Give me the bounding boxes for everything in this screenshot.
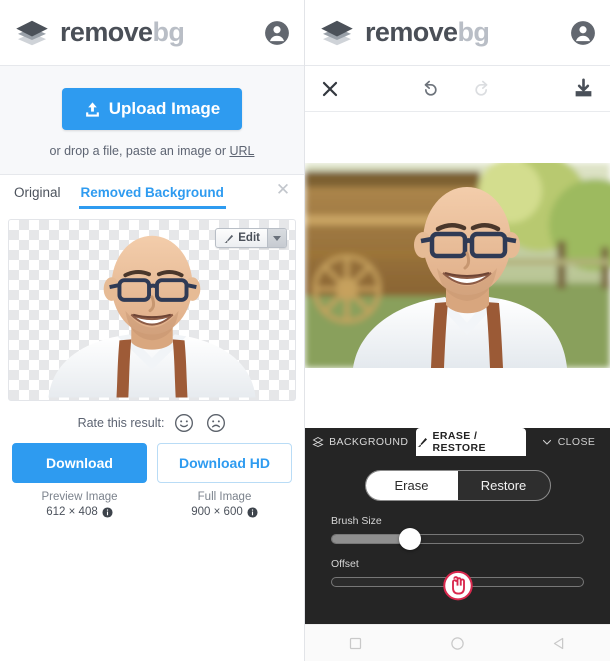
download-full-caption: Full Image [197, 491, 252, 503]
recent-apps-icon[interactable] [348, 636, 363, 651]
account-circle-icon[interactable] [264, 20, 290, 46]
editor-photo-stage [305, 112, 610, 419]
brand-wordmark: removebg [60, 17, 185, 47]
editor-controls: Erase Restore Brush Size Offset [305, 456, 610, 625]
full-dimensions-value: 900 × 600 [191, 506, 243, 519]
result-tabs: Original Removed Background ✕ [0, 175, 304, 209]
layers-icon [321, 20, 353, 45]
download-preview-caption: Preview Image [41, 491, 118, 503]
tab-close-label: CLOSE [557, 436, 596, 448]
preview-dimensions-value: 612 × 408 [46, 506, 98, 519]
account-circle-icon[interactable] [570, 20, 596, 46]
download-preview-dimensions: 612 × 408 [12, 506, 147, 518]
photo-with-background[interactable] [305, 163, 610, 368]
brand-name-primary: remove [365, 17, 458, 47]
upload-image-button[interactable]: Upload Image [61, 88, 243, 130]
redo-icon[interactable] [472, 79, 492, 99]
info-icon[interactable] [102, 507, 113, 518]
download-icon[interactable] [573, 78, 594, 99]
upload-hint-text: or drop a file, paste an image or [49, 144, 230, 158]
left-brand-header: removebg [0, 0, 304, 66]
brand-name-secondary: bg [152, 17, 185, 47]
download-hd-button[interactable]: Download HD [157, 443, 292, 483]
tab-background-label: BACKGROUND [329, 436, 409, 448]
close-icon[interactable] [321, 80, 339, 98]
right-panel-editor-view: removebg BACKGROUND ERASE / RESTORE CLOS… [305, 0, 610, 661]
editor-toolbar [305, 66, 610, 112]
download-preview-column: Download Preview Image 612 × 408 [12, 443, 147, 518]
tab-erase-restore[interactable]: ERASE / RESTORE [415, 428, 526, 456]
tab-erase-restore-label: ERASE / RESTORE [432, 430, 486, 454]
photo-image [305, 163, 610, 368]
android-navigation-bar [305, 624, 610, 661]
result-image-transparent: Edit [8, 219, 296, 401]
upload-button-label: Upload Image [108, 99, 221, 118]
home-icon[interactable] [450, 636, 465, 651]
offset-slider[interactable] [331, 570, 584, 601]
download-full-column: Download HD Full Image 900 × 600 [157, 443, 292, 518]
upload-icon [85, 101, 99, 117]
upload-hint: or drop a file, paste an image or URL [0, 144, 304, 158]
smiley-sad-icon[interactable] [206, 413, 226, 433]
editor-tools-panel: BACKGROUND ERASE / RESTORE CLOSE Erase R… [305, 428, 610, 625]
brush-size-control: Brush Size [331, 515, 584, 550]
rate-label: Rate this result: [77, 416, 165, 430]
erase-restore-toggle: Erase Restore [364, 470, 551, 501]
left-panel-result-view: removebg Upload Image or drop a file, pa… [0, 0, 305, 661]
upload-dropzone[interactable]: Upload Image or drop a file, paste an im… [0, 66, 304, 175]
tab-original[interactable]: Original [12, 185, 63, 209]
caret-down-icon[interactable] [267, 229, 286, 247]
edit-label: Edit [238, 232, 260, 244]
tab-close-editor[interactable]: CLOSE [526, 428, 610, 456]
restore-mode-button[interactable]: Restore [458, 471, 550, 500]
brush-size-label: Brush Size [331, 515, 382, 527]
brush-icon [224, 234, 234, 243]
undo-icon[interactable] [420, 79, 440, 99]
layers-icon [16, 20, 48, 45]
chevron-down-icon [542, 439, 551, 445]
erase-mode-button[interactable]: Erase [365, 471, 458, 500]
close-icon[interactable]: ✕ [274, 181, 292, 199]
editor-tab-bar: BACKGROUND ERASE / RESTORE CLOSE [305, 428, 610, 456]
download-actions: Download Preview Image 612 × 408 Downloa… [0, 433, 304, 518]
back-icon[interactable] [552, 636, 567, 651]
edit-button-label-wrap[interactable]: Edit [216, 229, 267, 247]
layers-icon [312, 436, 324, 447]
download-full-dimensions: 900 × 600 [157, 506, 292, 518]
smiley-happy-icon[interactable] [174, 413, 194, 433]
undo-redo-group [339, 79, 573, 99]
download-button[interactable]: Download [12, 443, 147, 483]
rate-result-row: Rate this result: [0, 413, 304, 433]
upload-url-link[interactable]: URL [229, 144, 254, 158]
info-icon[interactable] [247, 507, 258, 518]
brand-name-secondary: bg [457, 17, 490, 47]
tab-background[interactable]: BACKGROUND [305, 428, 416, 456]
rate-faces [174, 413, 226, 433]
brush-size-knob[interactable] [398, 528, 421, 550]
brush-icon [417, 438, 427, 447]
brand-name-primary: remove [60, 17, 153, 47]
right-brand-header: removebg [305, 0, 610, 66]
app-screenshot: removebg Upload Image or drop a file, pa… [0, 0, 610, 661]
offset-control: Offset [331, 558, 584, 601]
brand-wordmark: removebg [365, 17, 490, 47]
offset-label: Offset [331, 558, 359, 570]
tab-removed-background[interactable]: Removed Background [78, 185, 226, 209]
brush-size-slider[interactable] [331, 528, 584, 550]
edit-button[interactable]: Edit [215, 228, 287, 248]
